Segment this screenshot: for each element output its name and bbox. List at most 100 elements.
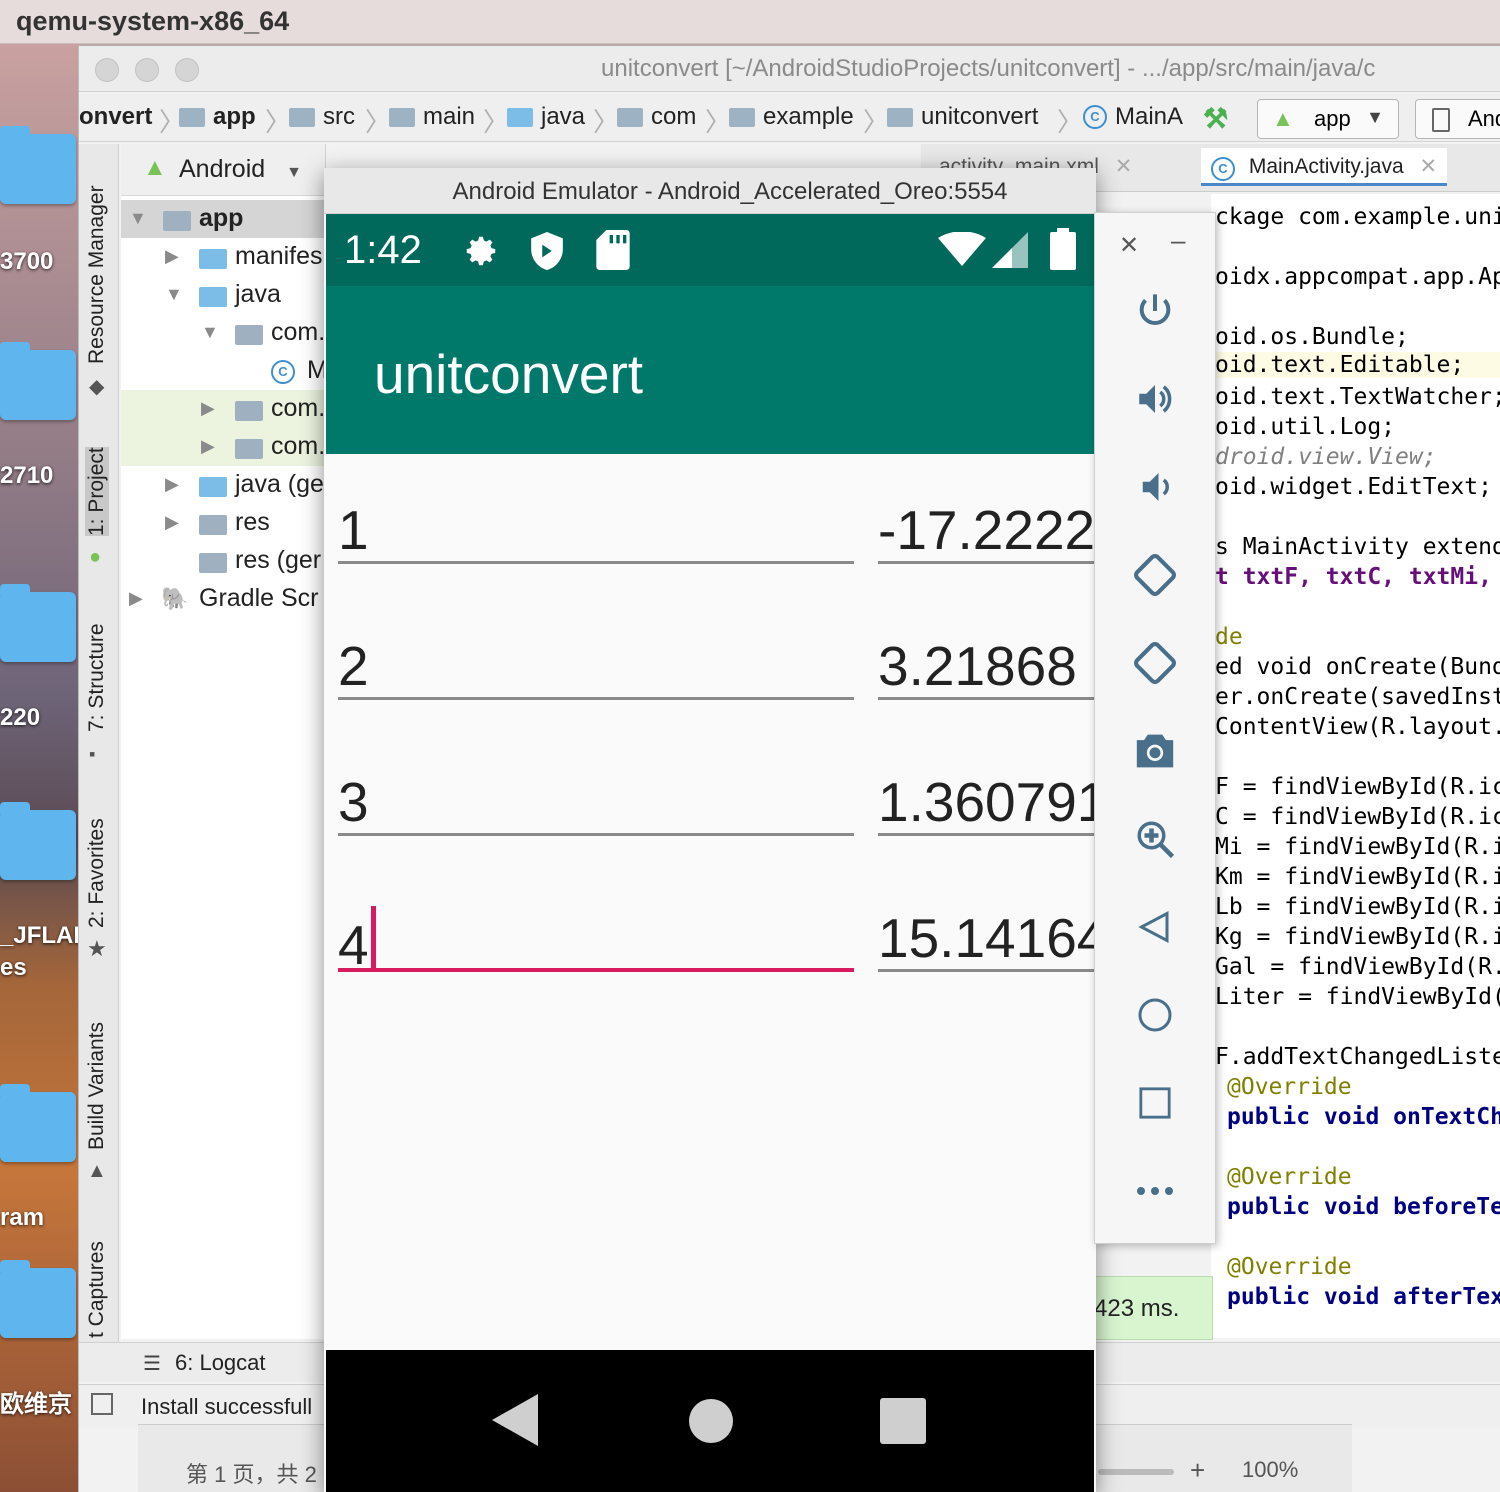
breadcrumb-project[interactable]: onvert <box>79 103 152 131</box>
build-toast: 423 ms. <box>1091 1276 1213 1340</box>
class-icon: C <box>1083 105 1107 129</box>
emulator-controls: ✕ – <box>1094 212 1216 1244</box>
input-value: 4 <box>338 914 369 972</box>
minimize-icon[interactable]: – <box>1171 225 1185 256</box>
tree-item-manifests[interactable]: ▶ manifes <box>121 238 325 276</box>
device-label: And <box>1468 106 1500 131</box>
minimize-window-button[interactable] <box>135 58 159 82</box>
tree-item-java[interactable]: ▼ java <box>121 276 325 314</box>
breadcrumb-app[interactable]: app <box>179 103 256 131</box>
code-line: @Override <box>1227 1164 1352 1190</box>
zoom-level: 100% <box>1242 1457 1299 1482</box>
zoom-in-button[interactable]: + <box>1190 1455 1205 1486</box>
tree-item-res-generated[interactable]: res (ger <box>121 542 325 580</box>
power-button[interactable] <box>1095 281 1215 341</box>
chevron-right-icon: 〉 <box>483 107 510 137</box>
volume-up-icon <box>1139 385 1172 413</box>
desktop-folder[interactable] <box>0 1084 76 1162</box>
tree-item-app[interactable]: ▼ app <box>121 200 325 238</box>
breadcrumb-com[interactable]: com <box>617 103 696 131</box>
overview-icon[interactable] <box>880 1398 926 1444</box>
rotate-left-button[interactable] <box>1095 545 1215 605</box>
emu-home-button[interactable] <box>1095 985 1215 1045</box>
breadcrumb-unitconvert[interactable]: unitconvert <box>887 103 1038 131</box>
tree-item-res[interactable]: ▶ res <box>121 504 325 542</box>
tree-item-gradle-scripts[interactable]: ▶ 🐘 Gradle Scr <box>121 580 325 618</box>
hammer-icon[interactable]: ⚒ <box>1203 102 1228 135</box>
code-line: Mi = findViewById(R.i <box>1215 834 1500 860</box>
input-field[interactable]: 1 <box>338 484 854 564</box>
breadcrumb-main[interactable]: main <box>389 103 475 131</box>
project-panel: ▲ Android ▼ ▼ app ▶ manifes ▼ java ▼ com… <box>121 144 326 1339</box>
zoom-button[interactable] <box>1095 809 1215 869</box>
package-icon <box>235 401 263 421</box>
emu-back-button[interactable] <box>1095 897 1215 957</box>
tab-mainactivity-java[interactable]: C MainActivity.java ✕ <box>1201 148 1448 186</box>
desktop-folder[interactable] <box>0 342 76 420</box>
overview-icon <box>1139 1087 1171 1119</box>
run-configuration-select[interactable]: ▲ app ▼ <box>1257 99 1399 139</box>
desktop-label: 2710 <box>0 462 54 489</box>
desktop-folder[interactable] <box>0 126 76 204</box>
breadcrumb-example[interactable]: example <box>729 103 854 131</box>
volume-down-button[interactable] <box>1095 457 1215 517</box>
desktop-folder[interactable] <box>0 802 76 880</box>
tab-build-variants[interactable]: Build Variants <box>85 1022 109 1150</box>
tab-structure[interactable]: 7: Structure <box>85 623 109 732</box>
tab-favorites[interactable]: 2: Favorites <box>85 818 109 928</box>
home-icon[interactable] <box>688 1398 734 1444</box>
resource-manager-icon: ◆ <box>89 376 105 398</box>
tree-item-package[interactable]: ▶ com. <box>121 428 326 466</box>
desktop-label: _JFLAP <box>0 922 90 949</box>
tab-captures[interactable]: t Captures <box>85 1241 109 1338</box>
tab-logcat[interactable]: 6: Logcat <box>175 1350 266 1376</box>
input-field-focused[interactable]: 4 <box>338 892 854 972</box>
output-field[interactable]: -17.22222 <box>878 484 1094 564</box>
volume-up-button[interactable] <box>1095 369 1215 429</box>
close-icon[interactable]: ✕ <box>1119 231 1139 260</box>
close-icon[interactable]: ✕ <box>1115 155 1133 178</box>
breadcrumb-mainactivity[interactable]: C MainA <box>1083 103 1183 131</box>
tab-resource-manager[interactable]: Resource Manager <box>85 185 109 364</box>
back-icon[interactable] <box>492 1394 538 1446</box>
collapse-icon: ▶ <box>129 588 143 608</box>
tree-item-package[interactable]: ▶ com. <box>121 390 326 428</box>
emu-overview-button[interactable] <box>1095 1073 1215 1133</box>
device-select[interactable]: And <box>1415 99 1500 139</box>
code-line: s MainActivity extend <box>1215 534 1500 560</box>
close-icon[interactable]: ✕ <box>1420 155 1438 178</box>
desktop: 3700 2710 220 _JFLAP es ram 欧维京 <box>0 44 89 1492</box>
tree-item-mainactivity[interactable]: C M <box>121 352 325 390</box>
tab-project[interactable]: 1: Project <box>85 447 109 536</box>
tree-label: com. <box>271 394 326 422</box>
folder-icon <box>199 249 227 269</box>
input-field[interactable]: 2 <box>338 620 854 700</box>
screenshot-button[interactable] <box>1095 721 1215 781</box>
android-icon: ● <box>89 546 102 568</box>
tree-label: com. <box>271 432 326 460</box>
tree-label: res <box>235 508 270 536</box>
desktop-folder[interactable] <box>0 584 76 662</box>
zoom-slider[interactable] <box>1098 1469 1174 1475</box>
app-bar: unitconvert <box>326 286 1094 454</box>
code-editor[interactable]: ckage com.example.unitconvert; oidx.appc… <box>1211 194 1500 1338</box>
more-button[interactable] <box>1095 1161 1215 1221</box>
project-view-select[interactable]: ▲ Android ▼ <box>121 144 325 196</box>
camera-icon <box>1136 734 1174 768</box>
tree-label: java (ge <box>235 470 324 498</box>
desktop-folder[interactable] <box>0 1260 76 1338</box>
rotate-right-button[interactable] <box>1095 633 1215 693</box>
desktop-label: 220 <box>0 704 41 731</box>
zoom-window-button[interactable] <box>175 58 199 82</box>
output-field[interactable]: 1.360791 <box>878 756 1094 836</box>
tree-item-package[interactable]: ▼ com. <box>121 314 325 352</box>
code-line: F = findViewById(R.ic <box>1215 774 1500 800</box>
close-window-button[interactable] <box>95 58 119 82</box>
breadcrumb-src[interactable]: src <box>289 103 355 131</box>
breadcrumb-java[interactable]: java <box>507 103 585 131</box>
input-field[interactable]: 3 <box>338 756 854 836</box>
output-field[interactable]: 3.21868 <box>878 620 1094 700</box>
output-field[interactable]: 15.14164 <box>878 892 1094 972</box>
tool-windows-icon[interactable] <box>91 1393 113 1415</box>
tree-item-java-generated[interactable]: ▶ java (ge <box>121 466 325 504</box>
